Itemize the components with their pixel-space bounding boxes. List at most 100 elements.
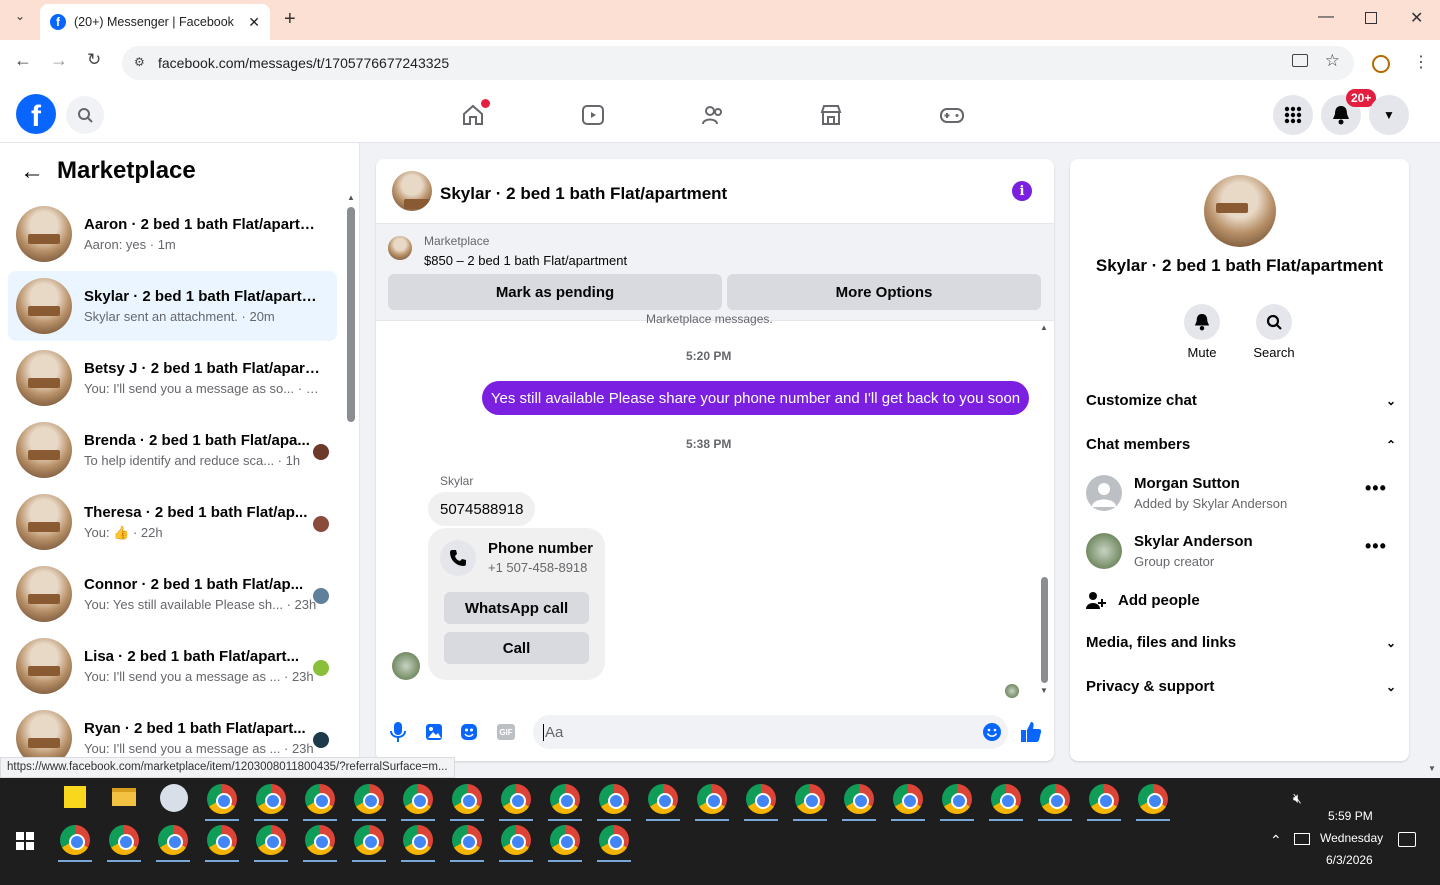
chrome-taskbar-icon[interactable] [256,825,286,855]
chrome-taskbar-icon[interactable] [697,784,727,814]
chrome-taskbar-icon[interactable] [1040,784,1070,814]
clock-day[interactable]: Wednesday [1320,831,1383,845]
member-avatar[interactable] [1086,475,1122,511]
chrome-taskbar-icon[interactable] [942,784,972,814]
gaming-icon[interactable] [939,103,965,132]
browser-menu-icon[interactable]: ⋮ [1413,52,1429,72]
conversation-item[interactable]: Aaron · 2 bed 1 bath Flat/apartm... Aaron… [8,199,337,269]
attach-photo-icon[interactable] [425,723,443,746]
chrome-taskbar-icon[interactable] [1138,784,1168,814]
network-icon[interactable] [1294,833,1310,845]
file-explorer-icon[interactable] [112,788,136,806]
conversation-item[interactable]: Betsy J · 2 bed 1 bath Flat/apart... You:… [8,343,337,413]
chrome-taskbar-icon[interactable] [354,825,384,855]
chat-header-avatar[interactable] [392,171,432,211]
chrome-taskbar-icon[interactable] [648,784,678,814]
chrome-taskbar-icon[interactable] [893,784,923,814]
emoji-icon[interactable] [982,722,1002,747]
scroll-up-arrow-icon[interactable]: ▲ [347,193,355,202]
privacy-section[interactable]: Privacy & support ⌄ [1086,678,1396,695]
profile-icon[interactable] [1372,55,1390,73]
close-window-button[interactable]: ✕ [1410,8,1423,28]
chrome-taskbar-icon[interactable] [158,825,188,855]
chrome-taskbar-icon[interactable] [550,784,580,814]
close-tab-icon[interactable]: ✕ [248,14,260,31]
volume-muted-icon[interactable]: 🔇︎ [1293,790,1302,807]
account-dropdown-icon[interactable]: ▼ [1369,95,1409,135]
chrome-taskbar-icon[interactable] [991,784,1021,814]
facebook-logo-icon[interactable]: f [16,94,56,134]
new-tab-button[interactable]: + [284,8,296,31]
more-options-button[interactable]: More Options [727,274,1041,310]
call-button[interactable]: Call [444,632,589,664]
member-more-icon[interactable]: ••• [1365,536,1387,557]
chat-info-icon[interactable]: i [1012,181,1032,201]
app-icon[interactable] [160,784,188,812]
marketplace-icon[interactable] [819,103,843,132]
home-icon[interactable] [461,99,490,132]
chrome-taskbar-icon[interactable] [305,784,335,814]
conversation-item[interactable]: Brenda · 2 bed 1 bath Flat/apa... To help… [8,415,337,485]
clock-time[interactable]: 5:59 PM [1328,809,1373,823]
gif-icon[interactable]: GIF [497,724,515,740]
show-hidden-icons[interactable]: ⌃ [1270,832,1282,849]
member-name[interactable]: Morgan Sutton [1134,475,1240,492]
menu-grid-icon[interactable] [1273,95,1313,135]
details-avatar[interactable] [1204,175,1276,247]
minimize-button[interactable]: — [1318,8,1334,26]
message-input[interactable]: Aa [533,715,1008,749]
chat-scroll-down-icon[interactable]: ▼ [1040,686,1048,695]
chat-scroll-up-icon[interactable]: ▲ [1040,323,1048,332]
chrome-taskbar-icon[interactable] [207,784,237,814]
chrome-taskbar-icon[interactable] [550,825,580,855]
chrome-taskbar-icon[interactable] [599,784,629,814]
chrome-taskbar-icon[interactable] [109,825,139,855]
maximize-button[interactable] [1365,12,1377,24]
chrome-taskbar-icon[interactable] [403,784,433,814]
chrome-taskbar-icon[interactable] [452,784,482,814]
voice-clip-icon[interactable] [390,722,406,747]
page-scroll-down-icon[interactable]: ▼ [1428,764,1436,773]
chrome-taskbar-icon[interactable] [844,784,874,814]
friends-icon[interactable] [701,103,725,132]
search-conversation-icon[interactable] [1256,304,1292,340]
sticker-icon[interactable] [460,723,478,746]
chrome-taskbar-icon[interactable] [501,784,531,814]
search-icon[interactable] [66,96,104,134]
member-name[interactable]: Skylar Anderson [1134,533,1253,550]
listing-thumbnail[interactable] [388,236,412,260]
mute-bell-icon[interactable] [1184,304,1220,340]
bookmark-star-icon[interactable]: ☆ [1325,51,1340,71]
member-avatar[interactable] [1086,533,1122,569]
chrome-taskbar-icon[interactable] [599,825,629,855]
windows-start-icon[interactable] [16,832,34,855]
incoming-message[interactable]: 5074588918 [428,492,536,526]
chat-members-section[interactable]: Chat members ⌃ [1086,436,1396,453]
conversation-item[interactable]: Skylar · 2 bed 1 bath Flat/apartm... Skyl… [8,271,337,341]
video-icon[interactable] [581,103,605,132]
site-info-icon[interactable]: ⚙ [134,55,145,69]
sender-avatar[interactable] [392,652,420,680]
reload-icon[interactable]: ↻ [87,50,101,70]
chrome-taskbar-icon[interactable] [403,825,433,855]
chrome-taskbar-icon[interactable] [305,825,335,855]
browser-tab[interactable]: f (20+) Messenger | Facebook ✕ [40,4,270,40]
mark-as-pending-button[interactable]: Mark as pending [388,274,722,310]
tab-list-dropdown[interactable]: ⌄ [8,9,32,31]
chrome-taskbar-icon[interactable] [746,784,776,814]
member-more-icon[interactable]: ••• [1365,478,1387,499]
back-icon[interactable]: ← [14,50,32,71]
back-arrow-icon[interactable]: ← [20,158,44,186]
chrome-taskbar-icon[interactable] [795,784,825,814]
add-people-row[interactable]: Add people [1086,590,1200,610]
conversation-item[interactable]: Theresa · 2 bed 1 bath Flat/ap... You: 👍 … [8,487,337,557]
chrome-taskbar-icon[interactable] [256,784,286,814]
outgoing-message[interactable]: Yes still available Please share your ph… [482,381,1029,415]
whatsapp-call-button[interactable]: WhatsApp call [444,592,589,624]
clock-date[interactable]: 6/3/2026 [1326,853,1373,867]
install-app-icon[interactable] [1292,54,1308,67]
sidebar-scrollbar[interactable] [347,207,355,422]
chrome-taskbar-icon[interactable] [501,825,531,855]
chrome-taskbar-icon[interactable] [1089,784,1119,814]
chat-scrollbar[interactable] [1041,577,1048,683]
